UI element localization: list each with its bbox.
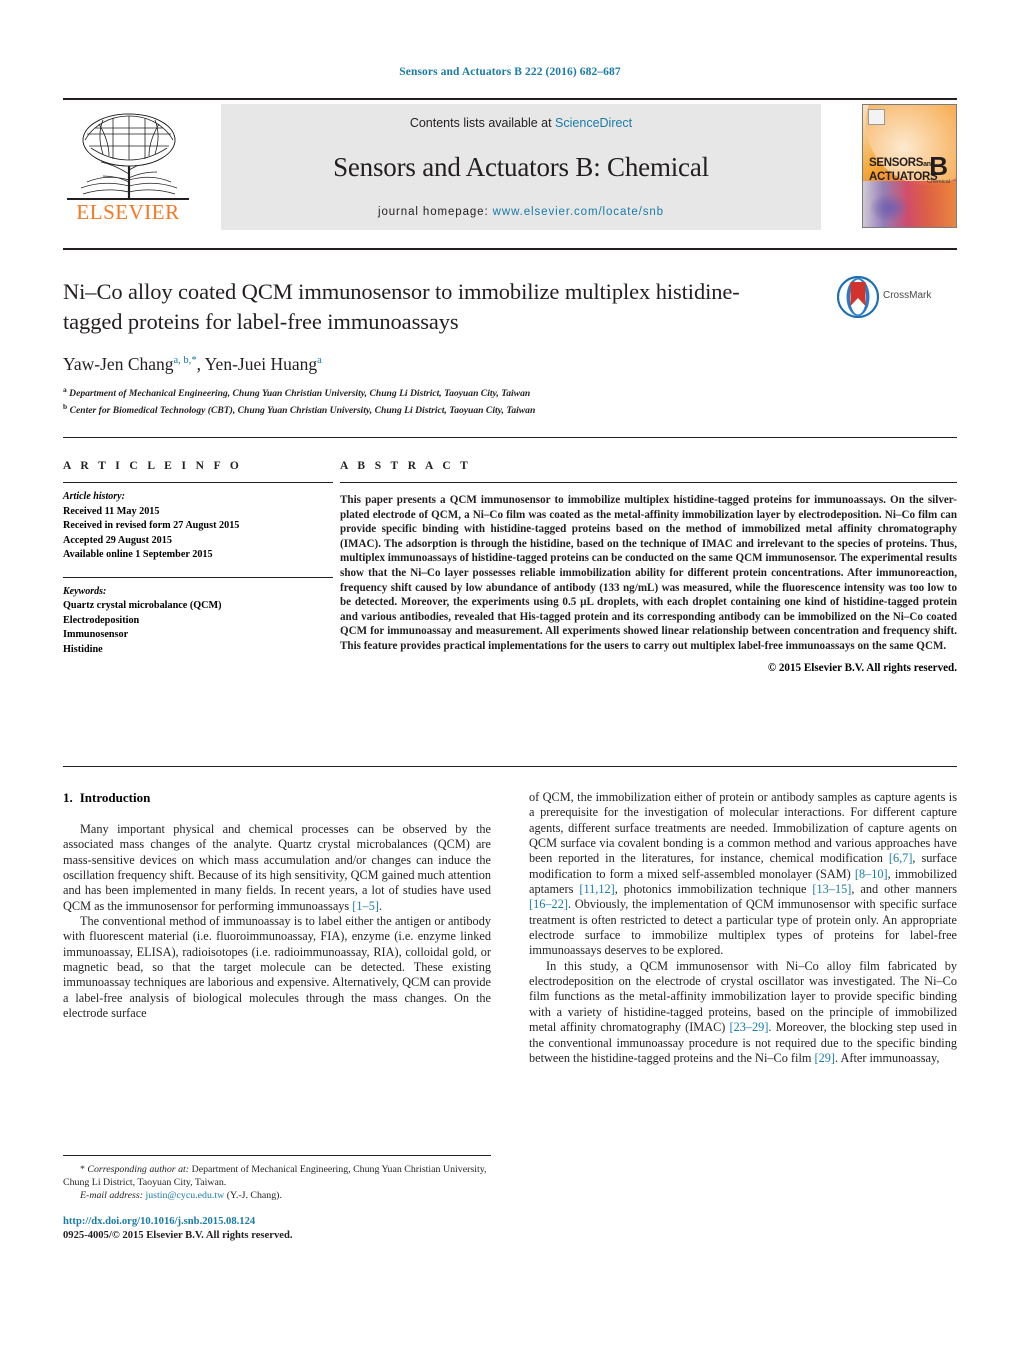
abstract-text: This paper presents a QCM immunosensor t… <box>340 494 957 652</box>
email-link[interactable]: justin@cycu.edu.tw <box>145 1190 224 1201</box>
contents-available-line: Contents lists available at ScienceDirec… <box>221 116 821 130</box>
contents-prefix: Contents lists available at <box>409 116 556 130</box>
running-head: Sensors and Actuators B 222 (2016) 682–6… <box>399 66 621 78</box>
affiliation-b-text: Center for Biomedical Technology (CBT), … <box>69 404 536 416</box>
corresponding-author-note: * Corresponding author at: Department of… <box>63 1163 491 1189</box>
history-accepted: Accepted 29 August 2015 <box>63 534 172 546</box>
email-note: E-mail address: justin@cycu.edu.tw (Y.-J… <box>63 1189 491 1202</box>
citation-reference[interactable]: [1–5] <box>352 899 379 913</box>
cover-line-sensors: SENSORS <box>869 157 924 169</box>
paper-page: Sensors and Actuators B 222 (2016) 682–6… <box>0 0 1020 1351</box>
journal-masthead: ELSEVIER Contents lists available at Sci… <box>63 98 957 232</box>
journal-cover-thumbnail[interactable]: SENSORSand ACTUATORS B Chemical <box>862 104 957 228</box>
masthead-center-panel: Contents lists available at ScienceDirec… <box>221 104 821 230</box>
keywords-group: Keywords: Quartz crystal microbalance (Q… <box>63 585 333 658</box>
affiliation-a-marker: a <box>63 385 67 394</box>
imprint-block: http://dx.doi.org/10.1016/j.snb.2015.08.… <box>63 1215 491 1243</box>
abstract-heading: A B S T R A C T <box>340 460 472 472</box>
elsevier-tree-icon <box>80 113 178 200</box>
article-info-rule <box>63 482 333 483</box>
article-history-label: Article history: <box>63 491 125 502</box>
affiliation-a: a Department of Mechanical Engineering, … <box>63 384 957 401</box>
title-block: Ni–Co alloy coated QCM immunosensor to i… <box>63 248 957 417</box>
cover-series-name: Chemical <box>927 179 950 185</box>
journal-title: Sensors and Actuators B: Chemical <box>333 152 709 182</box>
info-abstract-band: A R T I C L E I N F O Article history: R… <box>63 437 957 767</box>
corresponding-label: Corresponding author at: <box>87 1164 190 1175</box>
issn-copyright-line: 0925-4005/© 2015 Elsevier B.V. All right… <box>63 1230 293 1241</box>
body-column-left: 1. Introduction Many important physical a… <box>63 790 491 1021</box>
section-number: 1. <box>63 790 73 805</box>
body-column-right: of QCM, the immobilization either of pro… <box>529 790 957 1066</box>
footnote-block: * Corresponding author at: Department of… <box>63 1155 491 1203</box>
citation-reference[interactable]: [29] <box>815 1051 836 1065</box>
keyword-3: Immunosensor <box>63 629 129 640</box>
section-title: Introduction <box>79 790 151 805</box>
homepage-label: journal homepage: <box>378 206 489 218</box>
history-revised: Received in revised form 27 August 2015 <box>63 520 240 531</box>
page-title: Ni–Co alloy coated QCM immunosensor to i… <box>63 279 740 334</box>
article-info-heading: A R T I C L E I N F O <box>63 460 243 472</box>
keywords-rule <box>63 576 333 578</box>
article-info-column: A R T I C L E I N F O Article history: R… <box>63 438 333 657</box>
email-suffix: (Y.-J. Chang). <box>226 1190 282 1202</box>
sciencedirect-link[interactable]: ScienceDirect <box>555 116 632 130</box>
abstract-copyright: © 2015 Elsevier B.V. All rights reserved… <box>767 661 957 674</box>
article-history-group: Article history: Received 11 May 2015 Re… <box>63 490 333 563</box>
abstract-column: A B S T R A C T This paper presents a QC… <box>340 438 957 674</box>
homepage-url-link[interactable]: www.elsevier.com/locate/snb <box>493 206 664 218</box>
email-label: E-mail address: <box>80 1190 143 1202</box>
keyword-2: Electrodeposition <box>63 614 140 626</box>
doi-link[interactable]: http://dx.doi.org/10.1016/j.snb.2015.08.… <box>63 1215 491 1229</box>
crossmark-logo-icon <box>837 276 879 318</box>
citation-reference[interactable]: [6,7] <box>889 851 913 865</box>
body-columns: 1. Introduction Many important physical a… <box>63 790 957 1210</box>
crossmark-badge[interactable]: CrossMark <box>837 276 949 320</box>
corresponding-marker: * <box>80 1164 85 1175</box>
paragraph: of QCM, the immobilization either of pro… <box>529 790 957 958</box>
keywords-label: Keywords: <box>63 585 107 597</box>
citation-reference[interactable]: [11,12] <box>579 882 614 896</box>
citation-reference[interactable]: [8–10] <box>855 867 888 881</box>
journal-homepage-line: journal homepage: www.elsevier.com/locat… <box>221 206 821 218</box>
cover-lower-blob <box>869 193 909 223</box>
affiliation-list: a Department of Mechanical Engineering, … <box>63 384 957 417</box>
paragraph: In this study, a QCM immunosensor with N… <box>529 958 957 1065</box>
citation-reference[interactable]: [16–22] <box>529 897 568 911</box>
affiliation-b: b Center for Biomedical Technology (CBT)… <box>63 401 957 418</box>
section-heading-introduction: 1. Introduction <box>63 790 491 806</box>
history-online: Available online 1 September 2015 <box>63 549 213 560</box>
citation-reference[interactable]: [23–29] <box>729 1020 768 1034</box>
keyword-1: Quartz crystal microbalance (QCM) <box>63 600 222 611</box>
paragraph: The conventional method of immunoassay i… <box>63 914 491 1021</box>
affiliation-b-marker: b <box>63 401 68 411</box>
affiliation-a-text: Department of Mechanical Engineering, Ch… <box>69 388 531 400</box>
history-received: Received 11 May 2015 <box>63 505 160 517</box>
abstract-rule <box>340 482 957 483</box>
keyword-4: Histidine <box>63 643 103 655</box>
paragraph: Many important physical and chemical pro… <box>63 822 491 913</box>
cover-elsevier-mark-icon <box>868 109 885 125</box>
citation-reference[interactable]: [13–15] <box>812 882 851 896</box>
elsevier-logo: ELSEVIER <box>63 104 193 232</box>
author-list: Yaw-Jen Changa, b,*, Yen-Juei Huanga <box>63 354 322 374</box>
elsevier-wordmark: ELSEVIER <box>76 200 180 224</box>
cover-series-letter: B <box>929 151 948 181</box>
crossmark-label: CrossMark <box>883 290 932 301</box>
